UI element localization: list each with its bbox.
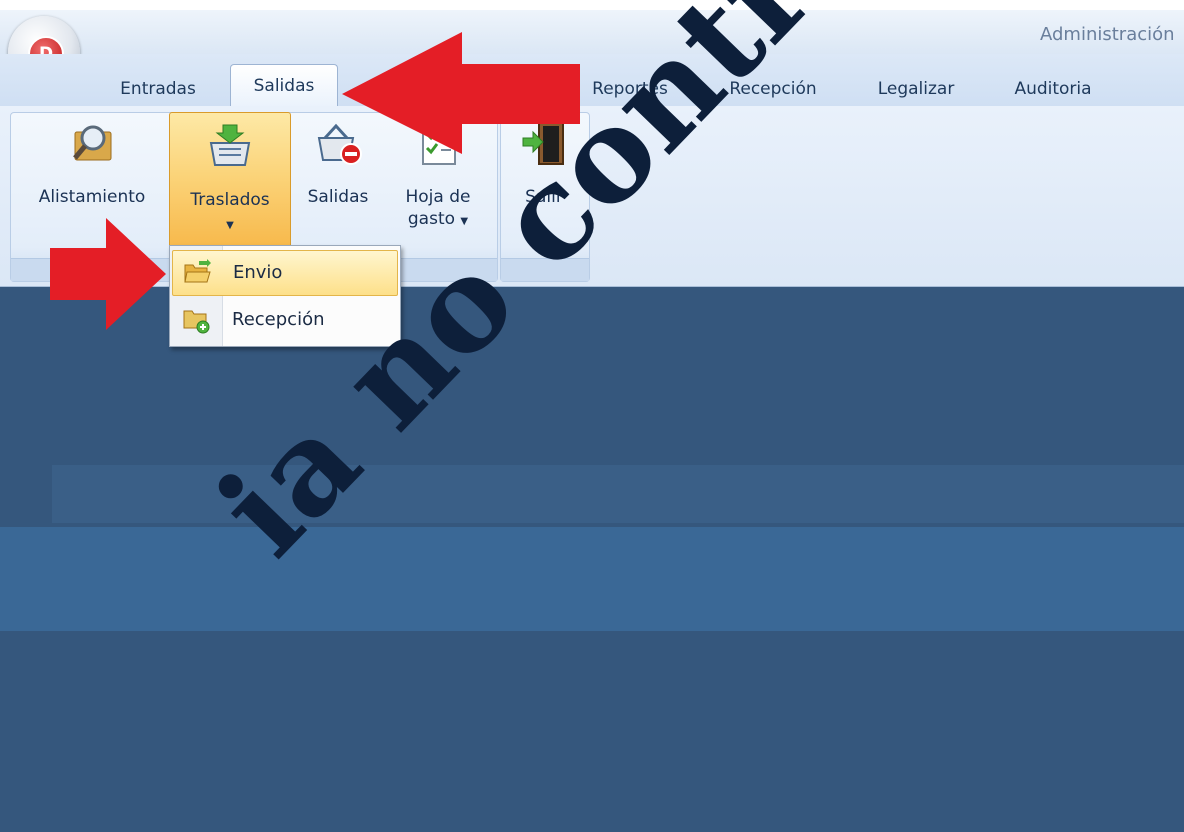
- menu-item-recepcion[interactable]: Recepción: [172, 298, 398, 342]
- group-footer: [501, 258, 589, 281]
- window-title: Administración: [1040, 24, 1175, 45]
- salir-label: Salir: [525, 187, 563, 207]
- tab-auditoria[interactable]: Auditoria: [998, 72, 1108, 106]
- tab-salidas[interactable]: Salidas: [230, 64, 338, 107]
- salidas-label: Salidas: [307, 187, 369, 207]
- envio-label: Envio: [233, 262, 283, 283]
- tab-entradas[interactable]: Entradas: [108, 72, 208, 106]
- recepcion-label: Recepción: [232, 309, 325, 330]
- menu-item-envio[interactable]: Envio: [172, 250, 398, 296]
- folder-add-icon: [183, 310, 210, 334]
- traslados-dropdown-menu: Envio Recepción: [169, 245, 401, 347]
- tab-recepcion[interactable]: Recepción: [712, 72, 834, 106]
- traslados-button[interactable]: Traslados ▼: [169, 112, 291, 250]
- traslados-dropdown-caret: ▼: [226, 220, 234, 231]
- alistamiento-label: Alistamiento: [38, 187, 146, 207]
- ribbon-tab-strip: Entradas Salidas Reportes Recepción Lega…: [0, 54, 1184, 107]
- content-band-highlight: [0, 527, 1184, 631]
- basket-arrow-icon: [209, 124, 251, 166]
- hoja-de-gasto-label: Hoja de gasto ▼: [405, 187, 471, 229]
- tab-legalizar[interactable]: Legalizar: [862, 72, 970, 106]
- red-arrow-left-icon: [342, 32, 580, 154]
- search-document-icon: [73, 125, 112, 161]
- red-arrow-right-icon: [50, 218, 166, 330]
- traslados-label: Traslados: [190, 190, 270, 210]
- content-band: [52, 465, 1184, 523]
- main-content-area: [0, 287, 1184, 832]
- open-folder-icon: [184, 259, 211, 283]
- title-bar: Administración: [0, 10, 1184, 54]
- tab-reportes[interactable]: Reportes: [580, 72, 680, 106]
